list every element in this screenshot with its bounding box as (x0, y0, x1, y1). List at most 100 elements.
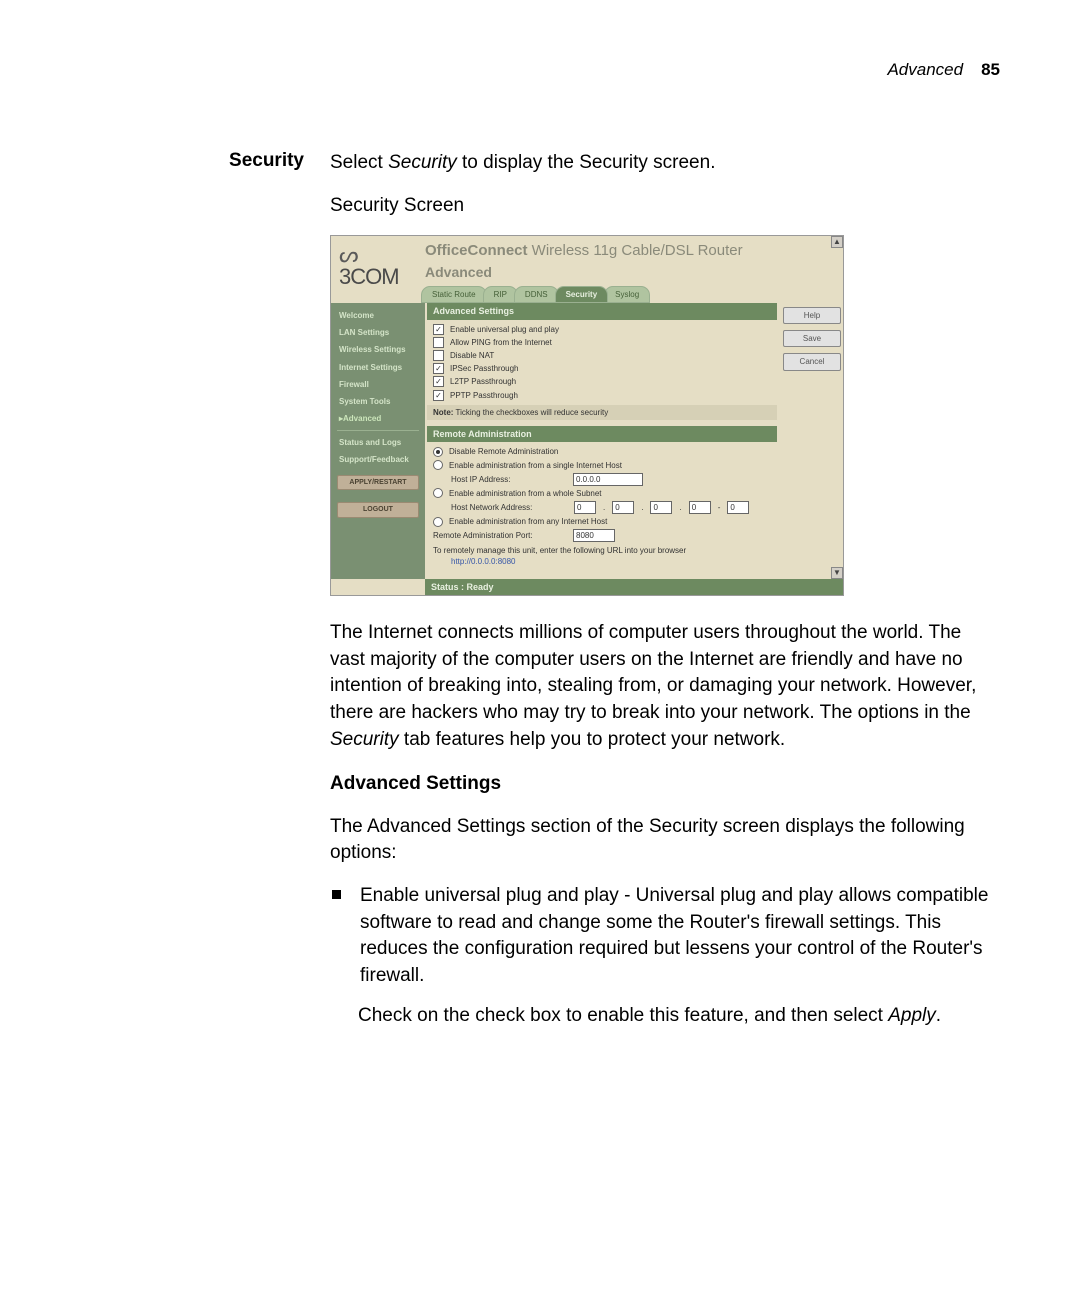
label-single-host: Enable administration from a single Inte… (449, 460, 622, 471)
sidebar-divider (337, 430, 419, 431)
sidebar-item-support[interactable]: Support/Feedback (331, 451, 425, 468)
intro-text-before: Select (330, 152, 388, 173)
save-button[interactable]: Save (783, 330, 841, 347)
radio-subnet[interactable] (433, 488, 443, 498)
label-disable-remote: Disable Remote Administration (449, 446, 558, 457)
product-title-rest: Wireless 11g Cable/DSL Router (528, 242, 743, 259)
bullet-upnp-followup: Check on the check box to enable this fe… (358, 1003, 1000, 1030)
intro-paragraph: Select Security to display the Security … (330, 150, 1000, 177)
sidebar-item-systemtools[interactable]: System Tools (331, 393, 425, 410)
bullet-upnp: Enable universal plug and play - Univers… (332, 883, 1000, 989)
host-net-row: Host Network Address: 0. 0. 0. 0 - 0 (433, 500, 771, 515)
desc-after-em: tab features help you to protect your ne… (399, 729, 786, 750)
header-title: Advanced (887, 60, 963, 80)
net-seg-4[interactable]: 0 (689, 501, 711, 514)
note-text: Ticking the checkboxes will reduce secur… (453, 408, 608, 417)
advanced-settings-header: Advanced Settings (427, 303, 777, 320)
header-page-number: 85 (981, 60, 1000, 80)
product-title: OfficeConnect Wireless 11g Cable/DSL Rou… (425, 240, 843, 261)
main-panels: Advanced Settings ✓ Enable universal plug… (427, 303, 777, 577)
tab-security[interactable]: Security (555, 286, 609, 303)
remote-admin-header: Remote Administration (427, 426, 777, 443)
tab-ddns[interactable]: DDNS (514, 286, 559, 303)
sidebar-item-internet[interactable]: Internet Settings (331, 359, 425, 376)
bullet-upnp-text: Enable universal plug and play - Univers… (360, 885, 988, 986)
host-ip-row: Host IP Address: 0.0.0.0 (433, 472, 771, 487)
tab-static-route[interactable]: Static Route (421, 286, 487, 303)
note-row: Note: Ticking the checkboxes will reduce… (427, 405, 777, 420)
row-single-host: Enable administration from a single Inte… (433, 459, 771, 472)
cancel-button[interactable]: Cancel (783, 353, 841, 370)
main-panel-area: Advanced Settings ✓ Enable universal plug… (425, 303, 843, 579)
logo-text: 3COM (339, 262, 417, 293)
main-column: Select Security to display the Security … (330, 150, 1000, 1046)
label-l2tp: L2TP Passthrough (450, 376, 516, 387)
scroll-down-icon[interactable]: ▼ (831, 567, 843, 579)
radio-any-host[interactable] (433, 517, 443, 527)
host-ip-label: Host IP Address: (451, 474, 567, 485)
screenshot-header: ᔕ 3COM OfficeConnect Wireless 11g Cable/… (331, 236, 843, 303)
label-ping: Allow PING from the Internet (450, 337, 552, 348)
checkbox-ipsec[interactable]: ✓ (433, 363, 444, 374)
tab-row: Static Route RIP DDNS Security Syslog (421, 286, 843, 303)
host-net-label: Host Network Address: (451, 502, 567, 513)
net-seg-2[interactable]: 0 (612, 501, 634, 514)
content-row: Security Select Security to display the … (80, 150, 1000, 1046)
followup-before-em: Check on the check box to enable this fe… (358, 1005, 888, 1026)
sidebar-item-wireless[interactable]: Wireless Settings (331, 341, 425, 358)
note-label: Note: (433, 408, 453, 417)
figure-caption: Security Screen (330, 193, 1000, 220)
checkbox-upnp[interactable]: ✓ (433, 324, 444, 335)
port-input[interactable]: 8080 (573, 529, 615, 542)
description-paragraph: The Internet connects millions of comput… (330, 620, 1000, 753)
checkbox-pptp[interactable]: ✓ (433, 390, 444, 401)
row-disable-remote: Disable Remote Administration (433, 445, 771, 458)
row-upnp: ✓ Enable universal plug and play (433, 323, 771, 336)
label-upnp: Enable universal plug and play (450, 324, 559, 335)
checkbox-nat[interactable] (433, 350, 444, 361)
sidebar-item-status[interactable]: Status and Logs (331, 434, 425, 451)
screenshot-body: Welcome LAN Settings Wireless Settings I… (331, 303, 843, 579)
label-nat: Disable NAT (450, 350, 494, 361)
row-any-host: Enable administration from any Internet … (433, 515, 771, 528)
port-label: Remote Administration Port: (433, 530, 567, 541)
checkbox-ping[interactable] (433, 337, 444, 348)
followup-end: . (936, 1005, 941, 1026)
help-button[interactable]: Help (783, 307, 841, 324)
row-ping: Allow PING from the Internet (433, 336, 771, 349)
host-ip-input[interactable]: 0.0.0.0 (573, 473, 643, 486)
remote-admin-panel: Remote Administration Disable Remote Adm… (427, 426, 777, 571)
advanced-settings-subheading: Advanced Settings (330, 771, 1000, 798)
advanced-intro: The Advanced Settings section of the Sec… (330, 814, 1000, 867)
tab-rip[interactable]: RIP (483, 286, 518, 303)
tab-syslog[interactable]: Syslog (604, 286, 650, 303)
sidebar-item-advanced[interactable]: Advanced (331, 410, 425, 427)
section-label: Security (80, 150, 304, 1046)
sidebar-item-welcome[interactable]: Welcome (331, 307, 425, 324)
row-ipsec: ✓ IPSec Passthrough (433, 362, 771, 375)
logo-swirl-icon: ᔕ (339, 240, 417, 264)
radio-disable-remote[interactable] (433, 447, 443, 457)
followup-em: Apply (888, 1005, 936, 1026)
label-any-host: Enable administration from any Internet … (449, 516, 607, 527)
apply-restart-button[interactable]: APPLY/RESTART (337, 475, 419, 491)
breadcrumb-section: Advanced (425, 263, 843, 283)
radio-single-host[interactable] (433, 460, 443, 470)
intro-em: Security (388, 152, 457, 173)
running-header: Advanced 85 (80, 60, 1000, 80)
sidebar-item-firewall[interactable]: Firewall (331, 376, 425, 393)
scroll-up-icon[interactable]: ▲ (831, 236, 843, 248)
sidebar-item-lan[interactable]: LAN Settings (331, 324, 425, 341)
label-ipsec: IPSec Passthrough (450, 363, 518, 374)
label-pptp: PPTP Passthrough (450, 390, 518, 401)
net-seg-3[interactable]: 0 (650, 501, 672, 514)
net-seg-5[interactable]: 0 (727, 501, 749, 514)
net-seg-1[interactable]: 0 (574, 501, 596, 514)
row-pptp: ✓ PPTP Passthrough (433, 389, 771, 402)
logout-button[interactable]: LOGOUT (337, 502, 419, 518)
page: Advanced 85 Security Select Security to … (0, 0, 1080, 1106)
row-subnet: Enable administration from a whole Subne… (433, 487, 771, 500)
status-bar: Status : Ready (425, 579, 843, 596)
checkbox-l2tp[interactable]: ✓ (433, 376, 444, 387)
url-link[interactable]: http://0.0.0.0:8080 (433, 556, 771, 567)
